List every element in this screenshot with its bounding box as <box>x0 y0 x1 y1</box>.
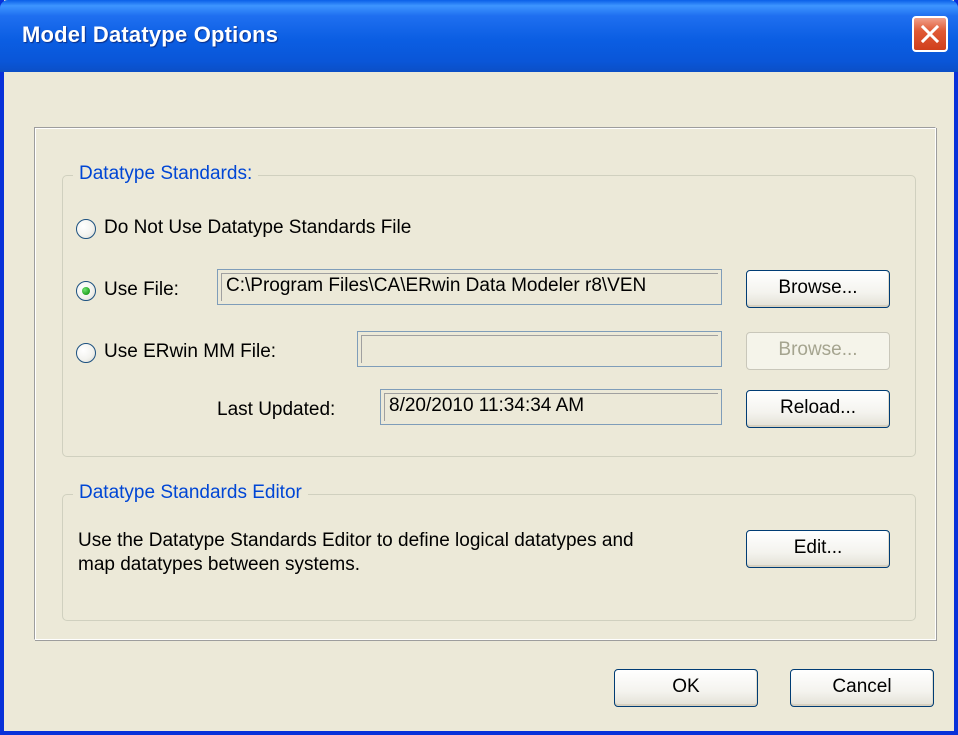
browse-button[interactable]: Browse... <box>746 270 890 308</box>
close-button[interactable] <box>912 16 948 52</box>
radio-use-mm-file-label[interactable]: Use ERwin MM File: <box>104 341 276 363</box>
use-file-path-field[interactable]: C:\Program Files\CA\ERwin Data Modeler r… <box>217 269 722 305</box>
last-updated-label: Last Updated: <box>217 399 336 420</box>
last-updated-value: 8/20/2010 11:34:34 AM <box>389 395 585 416</box>
radio-use-mm-file[interactable] <box>76 343 96 363</box>
ok-button[interactable]: OK <box>614 669 758 707</box>
radio-do-not-use-label[interactable]: Do Not Use Datatype Standards File <box>104 217 411 239</box>
editor-description-line1: Use the Datatype Standards Editor to def… <box>78 530 634 551</box>
radio-use-file[interactable] <box>76 281 96 301</box>
mm-file-path-field[interactable] <box>357 331 722 367</box>
title-bar[interactable]: Model Datatype Options <box>0 0 958 72</box>
radio-selected-dot <box>82 287 90 295</box>
last-updated-field: 8/20/2010 11:34:34 AM <box>380 389 722 425</box>
browse-mm-button[interactable]: Browse... <box>746 332 890 370</box>
radio-do-not-use[interactable] <box>76 219 96 239</box>
datatype-standards-legend: Datatype Standards: <box>73 163 259 185</box>
use-file-path-value: C:\Program Files\CA\ERwin Data Modeler r… <box>226 275 647 296</box>
cancel-button[interactable]: Cancel <box>790 669 934 707</box>
datatype-standards-editor-legend: Datatype Standards Editor <box>73 482 308 504</box>
editor-description-line2: map datatypes between systems. <box>78 554 360 575</box>
edit-button[interactable]: Edit... <box>746 530 890 568</box>
reload-button[interactable]: Reload... <box>746 390 890 428</box>
radio-use-file-label[interactable]: Use File: <box>104 279 179 301</box>
window-title: Model Datatype Options <box>22 22 279 47</box>
close-icon <box>921 25 939 43</box>
